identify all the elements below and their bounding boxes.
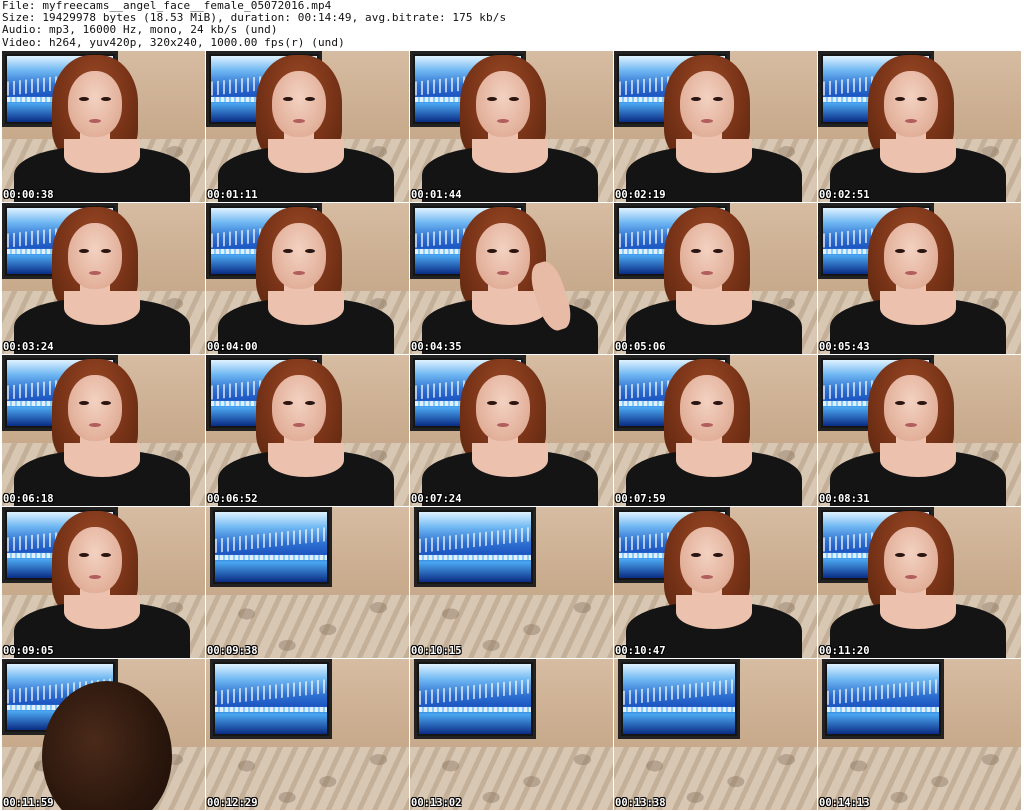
video-frame-thumbnail[interactable]: 00:13:38 [614, 659, 817, 810]
video-frame-thumbnail[interactable]: 00:05:43 [818, 203, 1021, 354]
tv-screen [822, 659, 944, 739]
frame-timestamp: 00:12:29 [207, 797, 258, 809]
frame-timestamp: 00:08:31 [819, 493, 870, 505]
face [476, 223, 530, 289]
face [680, 375, 734, 441]
frame-timestamp: 00:13:02 [411, 797, 462, 809]
video-frame-thumbnail[interactable]: 00:07:24 [410, 355, 613, 506]
video-info-line: Video: h264, yuv420p, 320x240, 1000.00 f… [2, 35, 345, 49]
tv-screen [414, 507, 536, 587]
tv-screen [210, 659, 332, 739]
frame-timestamp: 00:07:24 [411, 493, 462, 505]
frame-timestamp: 00:05:06 [615, 341, 666, 353]
frame-timestamp: 00:01:11 [207, 189, 258, 201]
frame-timestamp: 00:07:59 [615, 493, 666, 505]
frame-timestamp: 00:06:18 [3, 493, 54, 505]
face [680, 527, 734, 593]
frame-timestamp: 00:14:13 [819, 797, 870, 809]
video-frame-thumbnail[interactable]: 00:10:15 [410, 507, 613, 658]
video-frame-thumbnail[interactable]: 00:05:06 [614, 203, 817, 354]
frame-timestamp: 00:00:38 [3, 189, 54, 201]
video-frame-thumbnail[interactable]: 00:04:00 [206, 203, 409, 354]
video-frame-thumbnail[interactable]: 00:07:59 [614, 355, 817, 506]
video-frame-thumbnail[interactable]: 00:11:20 [818, 507, 1021, 658]
video-frame-thumbnail[interactable]: 00:09:05 [2, 507, 205, 658]
audio-info-line: Audio: mp3, 16000 Hz, mono, 24 kb/s (und… [2, 23, 278, 37]
frame-timestamp: 00:06:52 [207, 493, 258, 505]
video-frame-thumbnail[interactable]: 00:04:35 [410, 203, 613, 354]
frame-timestamp: 00:04:00 [207, 341, 258, 353]
frame-timestamp: 00:09:05 [3, 645, 54, 657]
frame-timestamp: 00:04:35 [411, 341, 462, 353]
face [884, 223, 938, 289]
frame-timestamp: 00:13:38 [615, 797, 666, 809]
frame-timestamp: 00:11:59 [3, 797, 54, 809]
video-frame-thumbnail[interactable]: 00:00:38 [2, 51, 205, 202]
frame-timestamp: 00:09:38 [207, 645, 258, 657]
video-frame-thumbnail[interactable]: 00:02:19 [614, 51, 817, 202]
frame-timestamp: 00:03:24 [3, 341, 54, 353]
video-frame-thumbnail[interactable]: 00:11:59 [2, 659, 205, 810]
frame-timestamp: 00:10:15 [411, 645, 462, 657]
video-frame-thumbnail[interactable]: 00:02:51 [818, 51, 1021, 202]
face [68, 223, 122, 289]
file-info-header: File: myfreecams__angel_face__female_050… [2, 0, 506, 49]
video-frame-thumbnail[interactable]: 00:08:31 [818, 355, 1021, 506]
face [476, 375, 530, 441]
face [884, 527, 938, 593]
video-frame-thumbnail[interactable]: 00:06:18 [2, 355, 205, 506]
video-frame-thumbnail[interactable]: 00:12:29 [206, 659, 409, 810]
thumbnail-grid: 00:00:38 00:01:11 00:01:44 00:02:19 00:02:51… [2, 51, 1022, 811]
frame-timestamp: 00:05:43 [819, 341, 870, 353]
video-frame-thumbnail[interactable]: 00:13:02 [410, 659, 613, 810]
face [680, 223, 734, 289]
face [476, 71, 530, 137]
face [68, 527, 122, 593]
frame-timestamp: 00:02:19 [615, 189, 666, 201]
tv-screen [618, 659, 740, 739]
video-frame-thumbnail[interactable]: 00:06:52 [206, 355, 409, 506]
video-frame-thumbnail[interactable]: 00:10:47 [614, 507, 817, 658]
face [680, 71, 734, 137]
face [884, 71, 938, 137]
frame-timestamp: 00:01:44 [411, 189, 462, 201]
tv-screen [210, 507, 332, 587]
face [68, 71, 122, 137]
face [884, 375, 938, 441]
video-frame-thumbnail[interactable]: 00:14:13 [818, 659, 1021, 810]
face [272, 71, 326, 137]
video-frame-thumbnail[interactable]: 00:01:44 [410, 51, 613, 202]
video-frame-thumbnail[interactable]: 00:09:38 [206, 507, 409, 658]
face [272, 375, 326, 441]
frame-timestamp: 00:10:47 [615, 645, 666, 657]
frame-timestamp: 00:11:20 [819, 645, 870, 657]
video-frame-thumbnail[interactable]: 00:01:11 [206, 51, 409, 202]
tv-screen [414, 659, 536, 739]
face [68, 375, 122, 441]
face [272, 223, 326, 289]
frame-timestamp: 00:02:51 [819, 189, 870, 201]
video-frame-thumbnail[interactable]: 00:03:24 [2, 203, 205, 354]
